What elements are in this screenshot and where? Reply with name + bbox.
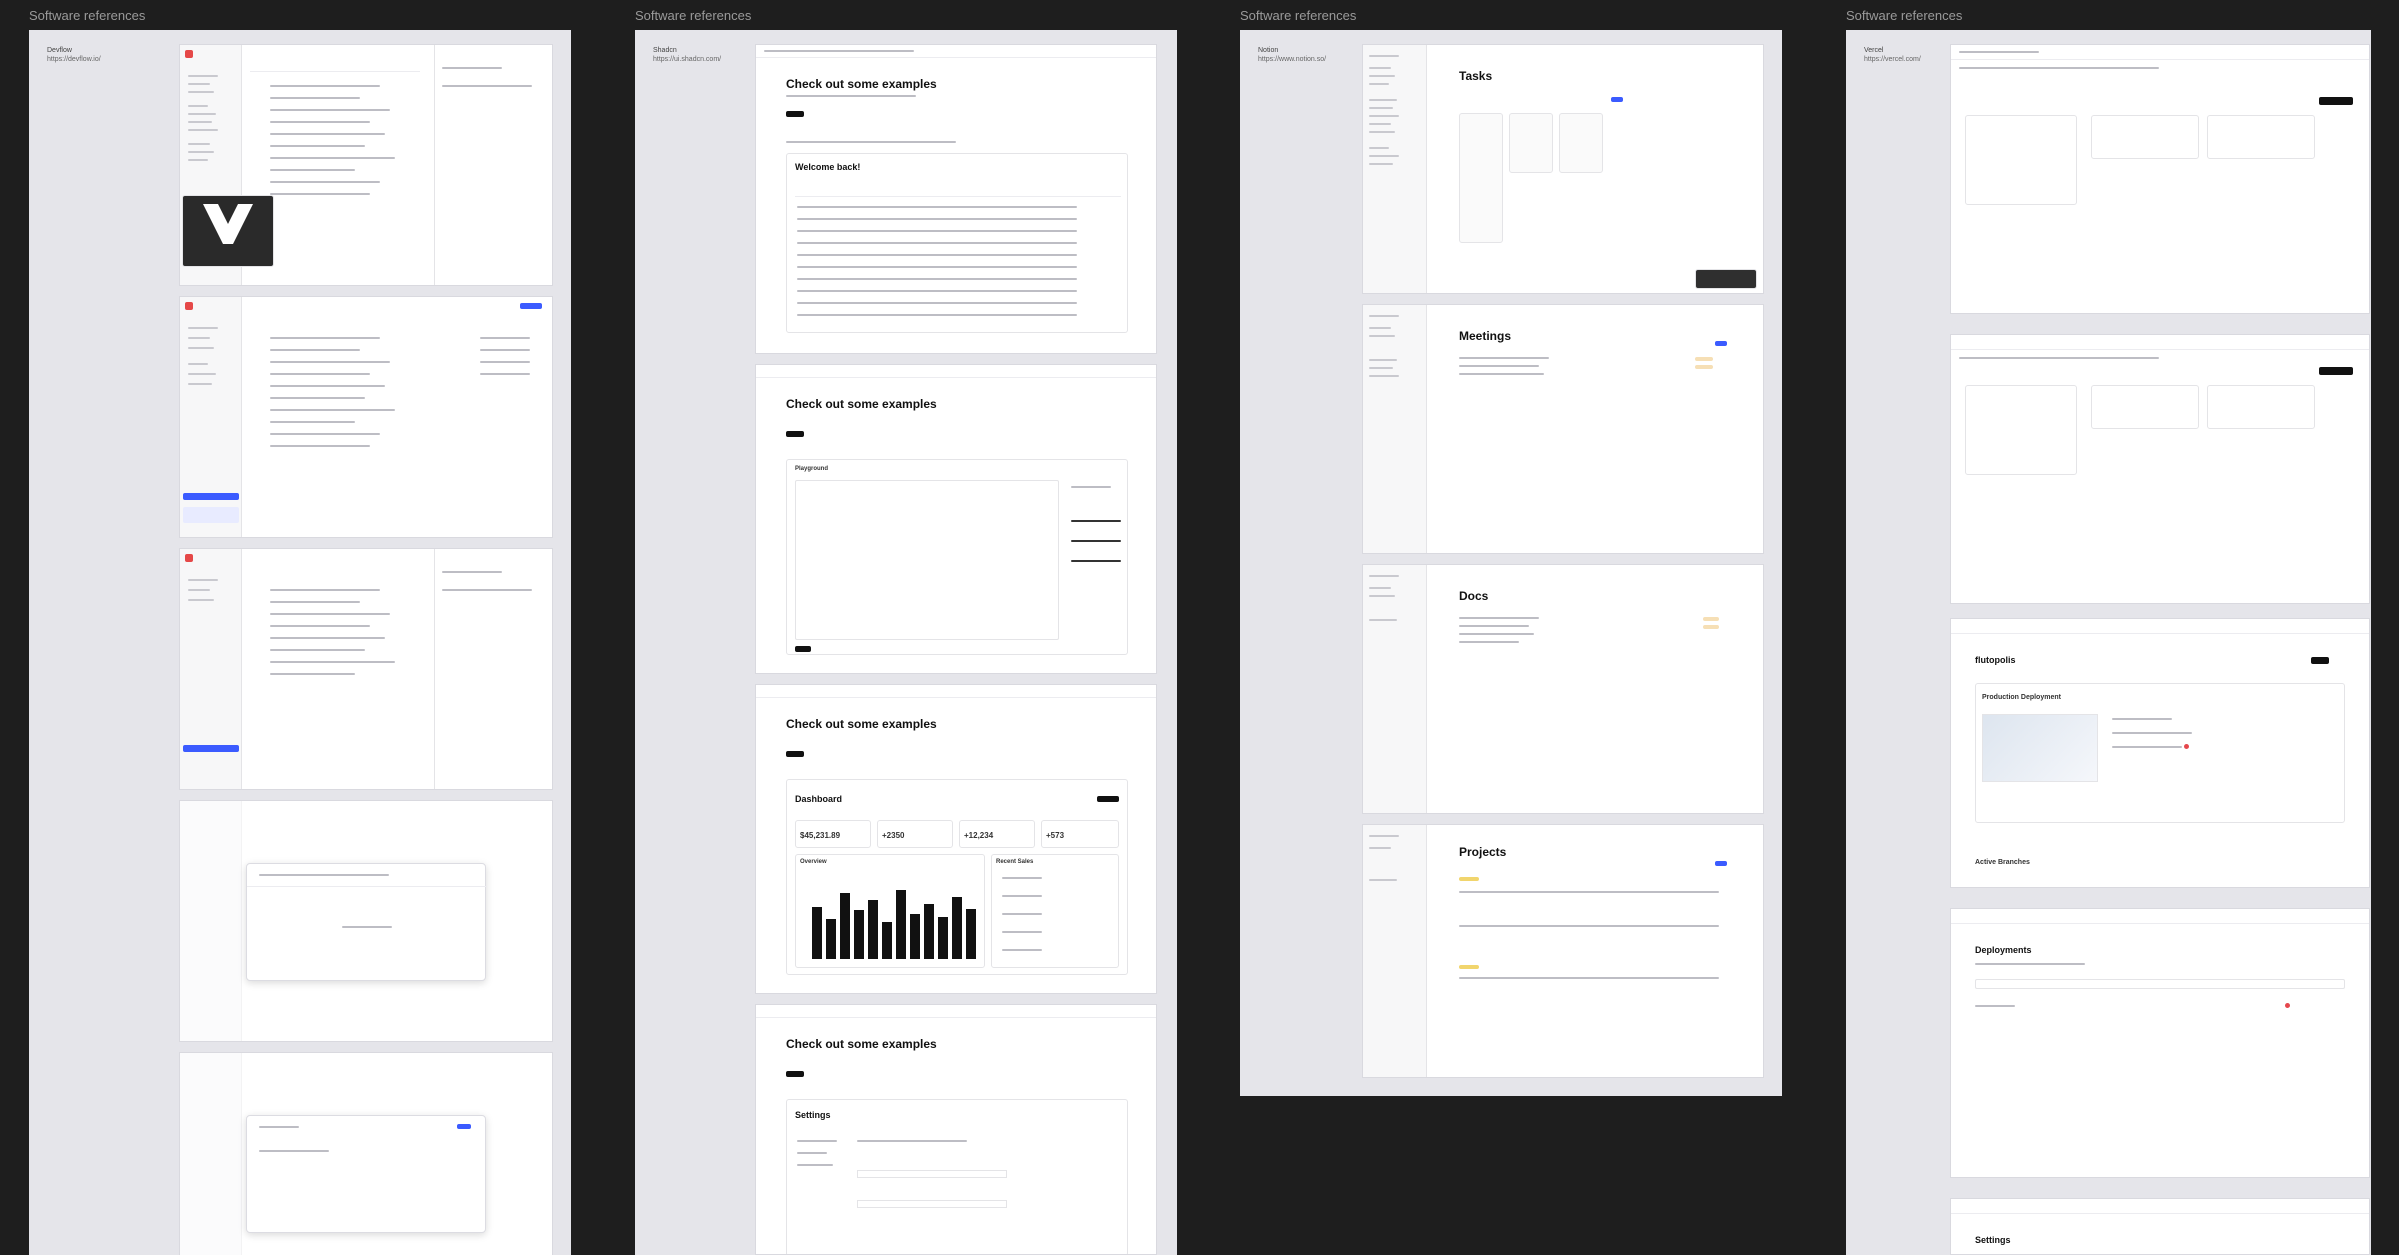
vercel-shot-project: flutopolis Production Deployment Active …	[1950, 618, 2370, 888]
shadcn-shot-dashboard: Check out some examples Dashboard $45,23…	[755, 684, 1157, 994]
welcome-popup[interactable]	[182, 195, 274, 267]
playground-card: Playground	[786, 459, 1128, 655]
panel-title-notion: Notion https://www.notion.so/	[1258, 46, 1326, 65]
devflow-shot-1	[179, 44, 553, 286]
tooltip	[1695, 269, 1757, 289]
vercel-shot-overview-2	[1950, 334, 2370, 604]
chart-bar	[826, 918, 836, 959]
tasks-title: Tasks	[1459, 69, 1493, 83]
notion-shot-docs: Docs	[1362, 564, 1764, 814]
devflow-shot-5	[179, 1052, 553, 1255]
dashboard-title: Dashboard	[795, 794, 843, 804]
chart-bar	[868, 900, 878, 959]
recent-sales: Recent Sales	[991, 854, 1119, 968]
playground-title: Playground	[795, 466, 829, 472]
projects-title: Projects	[1459, 845, 1507, 859]
chart-bar	[910, 913, 920, 959]
stat-active: +573	[1041, 820, 1119, 848]
panel-vercel: Vercel https://vercel.com/ flutopolis Pr…	[1846, 30, 2371, 1255]
section-label-notion: Software references	[1240, 8, 1357, 23]
new-issue-button[interactable]	[520, 303, 542, 309]
chart-bar	[896, 890, 906, 959]
welcome-title: Welcome back!	[795, 162, 861, 172]
examples-heading: Check out some examples	[786, 717, 937, 731]
panel-title-vercel: Vercel https://vercel.com/	[1864, 46, 1921, 65]
devflow-shot-2	[179, 296, 553, 538]
panel-url[interactable]: https://devflow.io/	[47, 55, 101, 64]
examples-heading: Check out some examples	[786, 77, 937, 91]
panel-url[interactable]: https://vercel.com/	[1864, 55, 1921, 64]
notion-shot-tasks: Tasks	[1362, 44, 1764, 294]
download-button[interactable]	[1097, 796, 1119, 802]
stat-revenue: $45,231.89	[795, 820, 871, 848]
docs-title: Docs	[1459, 589, 1489, 603]
active-branches: Active Branches	[1975, 859, 2030, 866]
devflow-shot-3	[179, 548, 553, 790]
vercel-shot-overview-1	[1950, 44, 2370, 314]
submit-button[interactable]	[795, 646, 811, 652]
chart-bar	[840, 893, 850, 959]
shadcn-shot-settings: Check out some examples Settings	[755, 1004, 1157, 1255]
bar-group	[810, 875, 978, 959]
visit-button[interactable]	[2311, 657, 2329, 664]
settings-card: Settings	[786, 1099, 1128, 1254]
tasks-card: Welcome back!	[786, 153, 1128, 333]
chart-bar	[966, 908, 976, 959]
shadcn-shot-tasks: Check out some examples Welcome back!	[755, 44, 1157, 354]
panel-devflow: Devflow https://devflow.io/	[29, 30, 571, 1255]
examples-heading: Check out some examples	[786, 1037, 937, 1051]
chart-bar	[924, 903, 934, 959]
app-logo	[185, 50, 193, 58]
chart-bar	[938, 917, 948, 959]
stat-subscriptions: +2350	[877, 820, 953, 848]
stat-sales: +12,234	[959, 820, 1035, 848]
deployments-title: Deployments	[1975, 945, 2032, 955]
section-label-vercel: Software references	[1846, 8, 1963, 23]
chart-bar	[882, 922, 892, 959]
get-started-button[interactable]	[786, 111, 804, 117]
panel-name: Shadcn	[653, 47, 677, 54]
add-new-button[interactable]	[2319, 97, 2353, 105]
devflow-shot-4	[179, 800, 553, 1042]
panel-shadcn: Shadcn https://ui.shadcn.com/ Check out …	[635, 30, 1177, 1255]
production-card: Production Deployment	[1975, 683, 2345, 823]
chart-bar	[854, 910, 864, 959]
meetings-title: Meetings	[1459, 329, 1512, 343]
new-button[interactable]	[1611, 97, 1623, 102]
dashboard-card: Dashboard $45,231.89 +2350 +12,234 +573 …	[786, 779, 1128, 975]
chart-bar	[812, 906, 822, 959]
shadcn-shot-playground: Check out some examples Playground	[755, 364, 1157, 674]
section-label-shadcn: Software references	[635, 8, 752, 23]
panel-title-devflow: Devflow https://devflow.io/	[47, 46, 101, 65]
panel-name: Vercel	[1864, 47, 1884, 54]
panel-name: Devflow	[47, 47, 72, 54]
panel-url[interactable]: https://www.notion.so/	[1258, 55, 1326, 64]
vercel-shot-deployments: Deployments	[1950, 908, 2370, 1178]
settings-title: Settings	[1975, 1235, 2011, 1245]
project-name: flutopolis	[1975, 655, 2016, 665]
settings-title: Settings	[795, 1110, 831, 1120]
notion-shot-projects: Projects	[1362, 824, 1764, 1078]
panel-title-shadcn: Shadcn https://ui.shadcn.com/	[653, 46, 721, 65]
panel-notion: Notion https://www.notion.so/ Tasks Meet…	[1240, 30, 1782, 1096]
search-modal[interactable]	[246, 1115, 486, 1233]
add-new-button[interactable]	[2319, 367, 2353, 375]
section-label-devflow: Software references	[29, 8, 146, 23]
vercel-shot-settings: Settings	[1950, 1198, 2370, 1255]
overview-chart: Overview	[795, 854, 985, 968]
notion-shot-meetings: Meetings	[1362, 304, 1764, 554]
examples-heading: Check out some examples	[786, 397, 937, 411]
panel-name: Notion	[1258, 47, 1279, 54]
command-modal[interactable]	[246, 863, 487, 981]
panel-url[interactable]: https://ui.shadcn.com/	[653, 55, 721, 64]
chart-bar	[952, 896, 962, 959]
